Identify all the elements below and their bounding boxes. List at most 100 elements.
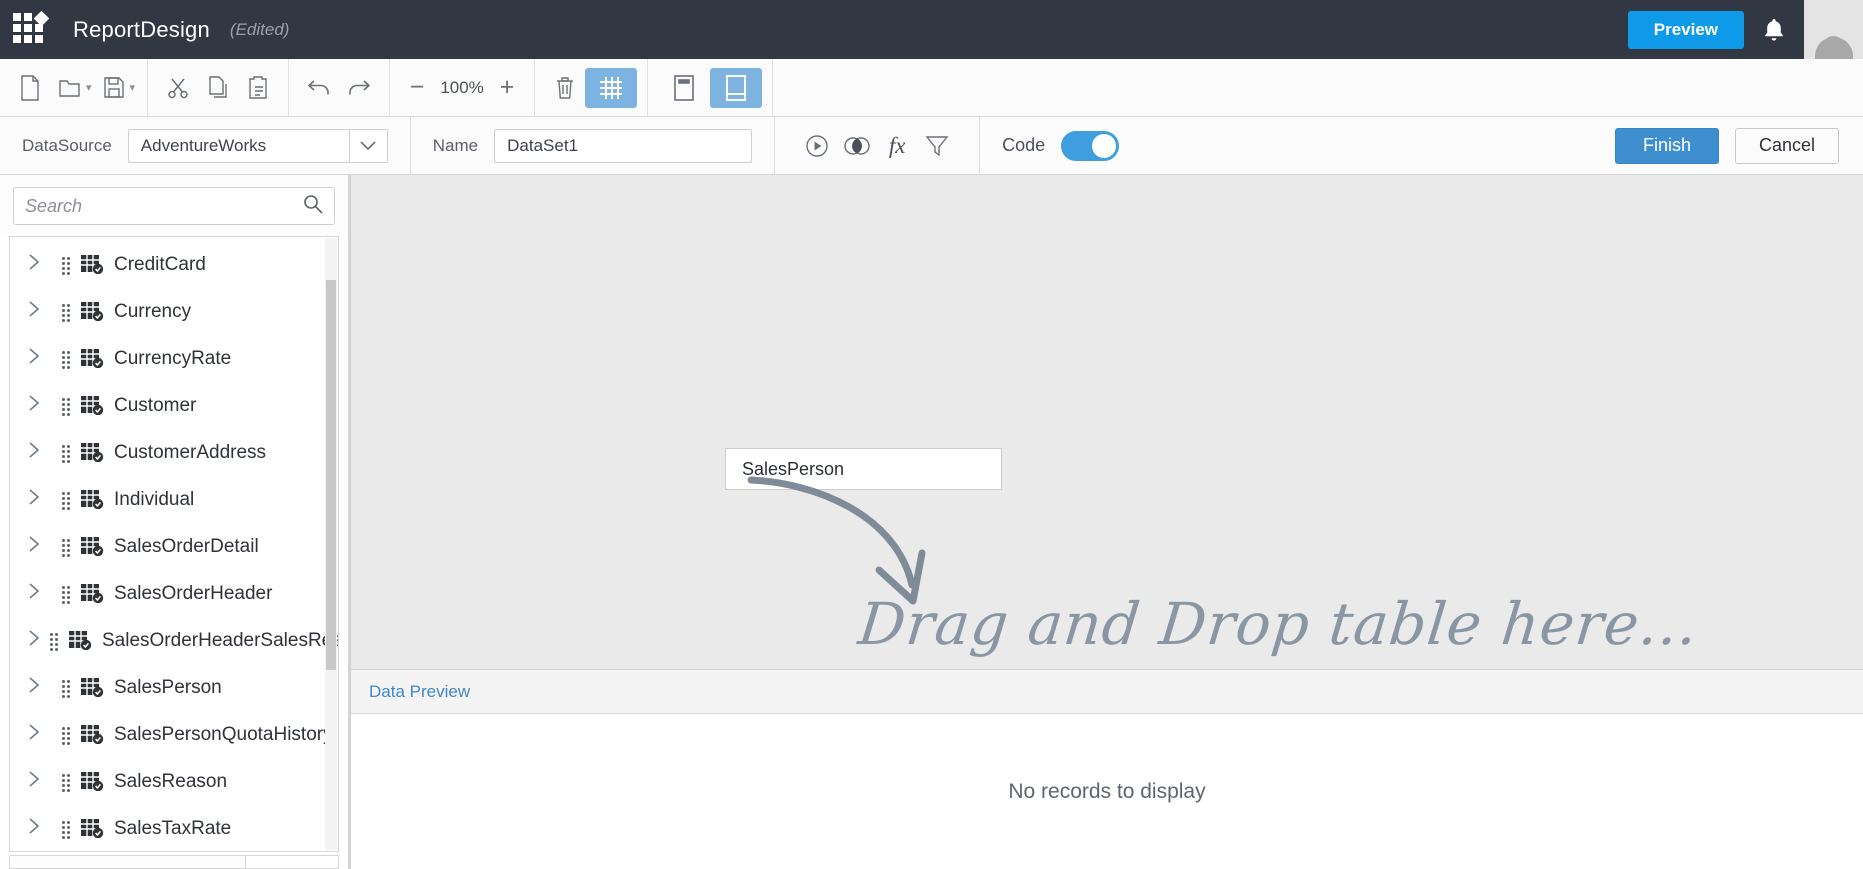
tree-item[interactable]: SalesOrderHeader <box>10 570 338 617</box>
app-logo[interactable] <box>0 0 59 59</box>
search-input[interactable] <box>25 195 303 217</box>
trash-icon[interactable] <box>545 68 585 108</box>
chevron-down-icon[interactable] <box>348 129 387 162</box>
tree-item[interactable]: SalesPerson <box>10 664 338 711</box>
tree-item[interactable]: Customer <box>10 382 338 429</box>
tree-item[interactable]: Individual <box>10 476 338 523</box>
save-dropdown-caret-icon[interactable]: ▾ <box>130 81 136 94</box>
table-checked-icon <box>81 725 104 745</box>
datasource-value: AdventureWorks <box>140 135 267 155</box>
zoom-in-button[interactable]: + <box>490 75 524 100</box>
chevron-right-icon[interactable] <box>28 723 52 747</box>
drag-handle-icon[interactable] <box>50 632 60 651</box>
tree-item-label: SalesReason <box>114 770 228 792</box>
drag-handle-icon[interactable] <box>62 820 72 839</box>
tree-item-label: CustomerAddress <box>114 441 267 463</box>
chevron-right-icon[interactable] <box>28 394 52 418</box>
tree-horizontal-scrollbar[interactable] <box>9 855 339 869</box>
cut-icon[interactable] <box>158 68 198 108</box>
table-checked-icon <box>81 584 104 604</box>
chevron-right-icon[interactable] <box>28 817 52 841</box>
drag-handle-icon[interactable] <box>62 538 72 557</box>
preview-tab-bar: Data Preview <box>351 669 1863 714</box>
finish-button[interactable]: Finish <box>1615 127 1719 164</box>
chevron-right-icon[interactable] <box>28 347 52 371</box>
code-toggle-section: Code <box>980 117 1141 175</box>
tree-item-label: SalesTaxRate <box>114 817 232 839</box>
tree-item[interactable]: CreditCard <box>10 241 338 288</box>
drag-handle-icon[interactable] <box>62 726 72 745</box>
tree-vertical-scrollbar[interactable] <box>325 238 337 850</box>
tab-data-preview[interactable]: Data Preview <box>369 682 470 702</box>
tree-item[interactable]: SalesTaxRate <box>10 805 338 851</box>
avatar[interactable] <box>1804 0 1863 59</box>
search-box[interactable] <box>13 187 335 225</box>
search-section <box>0 175 348 236</box>
join-venn-icon[interactable] <box>837 126 877 166</box>
drag-handle-icon[interactable] <box>62 397 72 416</box>
table-checked-icon <box>69 631 92 651</box>
tree-item[interactable]: CurrencyRate <box>10 335 338 382</box>
toolbar-file-group: ▾ ▾ <box>0 59 147 117</box>
table-checked-icon <box>81 678 104 698</box>
open-folder-icon[interactable] <box>50 68 90 108</box>
cancel-button[interactable]: Cancel <box>1735 127 1839 164</box>
drag-handle-icon[interactable] <box>62 773 72 792</box>
drag-handle-icon[interactable] <box>62 256 72 275</box>
preview-button[interactable]: Preview <box>1627 10 1744 49</box>
paste-icon[interactable] <box>238 68 278 108</box>
code-toggle[interactable] <box>1061 130 1120 161</box>
tree-item[interactable]: SalesReason <box>10 758 338 805</box>
chevron-right-icon[interactable] <box>28 535 52 559</box>
dataset-name-input[interactable] <box>494 128 753 163</box>
query-canvas[interactable]: SalesPerson Drag and Drop table here... <box>350 175 1863 669</box>
redo-icon[interactable] <box>339 68 379 108</box>
save-icon[interactable] <box>94 68 134 108</box>
main-toolbar: ▾ ▾ − 100% + <box>0 58 1863 117</box>
table-tree[interactable]: CreditCard Currency CurrencyRate Customer Cu… <box>9 236 339 852</box>
table-checked-icon <box>81 396 104 416</box>
chevron-right-icon[interactable] <box>28 300 52 324</box>
chevron-right-icon[interactable] <box>28 253 52 277</box>
chevron-right-icon[interactable] <box>28 770 52 794</box>
run-query-icon[interactable] <box>797 126 837 166</box>
name-label: Name <box>432 135 479 155</box>
datasource-select[interactable]: AdventureWorks <box>127 128 388 163</box>
panel-header-icon[interactable] <box>658 68 710 108</box>
chevron-right-icon[interactable] <box>28 582 52 606</box>
panel-split-icon[interactable] <box>710 67 763 108</box>
function-fx-icon[interactable]: fx <box>877 126 917 166</box>
grid-toggle-icon[interactable] <box>585 67 638 108</box>
drag-handle-icon[interactable] <box>62 350 72 369</box>
tree-item[interactable]: SalesOrderDetail <box>10 523 338 570</box>
new-file-icon[interactable] <box>10 68 50 108</box>
zoom-out-button[interactable]: − <box>400 75 434 100</box>
chevron-right-icon[interactable] <box>28 676 52 700</box>
chevron-right-icon[interactable] <box>28 488 52 512</box>
toolbar-panel-group <box>648 59 772 117</box>
tree-item-label: Customer <box>114 394 197 416</box>
open-dropdown-caret-icon[interactable]: ▾ <box>86 81 92 94</box>
chevron-right-icon[interactable] <box>28 441 52 465</box>
tree-item[interactable]: SalesOrderHeaderSalesReason <box>10 617 338 664</box>
drag-handle-icon[interactable] <box>62 585 72 604</box>
zoom-level[interactable]: 100% <box>434 78 490 98</box>
copy-icon[interactable] <box>198 68 238 108</box>
undo-icon[interactable] <box>299 68 339 108</box>
drag-handle-icon[interactable] <box>62 444 72 463</box>
toolbar-divider <box>772 58 774 117</box>
tree-item[interactable]: Currency <box>10 288 338 335</box>
search-icon[interactable] <box>303 194 323 219</box>
tree-item[interactable]: CustomerAddress <box>10 429 338 476</box>
workspace: CreditCard Currency CurrencyRate Customer Cu… <box>0 175 1863 869</box>
chevron-right-icon[interactable] <box>28 629 40 653</box>
report-designer-window: ReportDesign (Edited) Preview ▾ ▾ − 100%… <box>0 0 1863 869</box>
drag-handle-icon[interactable] <box>62 303 72 322</box>
tree-item-label: Individual <box>114 488 195 510</box>
query-actions-section: fx <box>775 117 979 175</box>
notification-bell-icon[interactable] <box>1744 0 1804 59</box>
tree-item[interactable]: SalesPersonQuotaHistory <box>10 711 338 758</box>
drag-handle-icon[interactable] <box>62 491 72 510</box>
filter-funnel-icon[interactable] <box>917 126 957 166</box>
drag-handle-icon[interactable] <box>62 679 72 698</box>
